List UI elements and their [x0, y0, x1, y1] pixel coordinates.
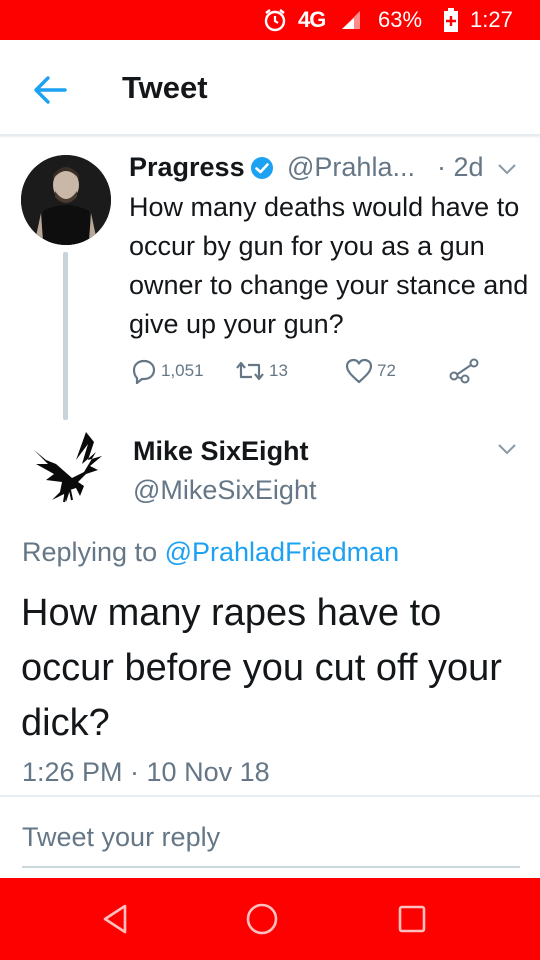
battery-icon	[443, 0, 459, 40]
app-bar: Tweet	[0, 40, 540, 136]
heart-icon	[345, 358, 373, 384]
battery-percent: 63%	[378, 7, 423, 32]
navigation-bar	[0, 878, 540, 960]
signal-icon	[340, 0, 362, 40]
home-circle-icon	[246, 903, 278, 935]
page-title: Tweet	[122, 70, 208, 105]
main-tweet-text: How many rapes have to occur before you …	[21, 592, 502, 744]
main-display-name[interactable]: Mike SixEight	[133, 436, 309, 467]
mention-link[interactable]: @PrahladFriedman	[165, 537, 400, 567]
alarm-icon	[262, 0, 288, 40]
reply-button[interactable]: 1,051	[131, 356, 204, 386]
replying-to: Replying to @PrahladFriedman	[22, 537, 399, 568]
retweet-button[interactable]: 13	[235, 356, 288, 386]
avatar[interactable]	[26, 430, 110, 514]
nav-back-button[interactable]	[90, 894, 140, 944]
parent-handle[interactable]: @Prahla...	[287, 152, 415, 183]
reply-icon	[132, 359, 156, 384]
parent-time: · 2d	[437, 152, 484, 182]
retweet-count: 13	[269, 361, 288, 380]
reply-input-underline	[22, 866, 520, 868]
avatar[interactable]	[21, 155, 111, 245]
reply-count: 1,051	[161, 361, 204, 380]
status-bar: 4G 63% 1:27	[0, 0, 540, 40]
verified-badge-icon	[250, 156, 274, 185]
reply-input[interactable]: Tweet your reply	[22, 822, 522, 866]
network-type-label: 4G	[298, 7, 326, 32]
share-icon	[449, 358, 479, 384]
parent-display-name[interactable]: Pragress	[129, 152, 245, 183]
thread-line	[63, 252, 68, 420]
back-triangle-icon	[103, 904, 127, 934]
nav-recents-button[interactable]	[387, 894, 437, 944]
share-button[interactable]	[449, 356, 479, 386]
replying-prefix: Replying to	[22, 537, 165, 567]
like-button[interactable]: 72	[345, 356, 396, 386]
arrow-left-icon	[34, 76, 67, 104]
clock: 1:27	[470, 7, 513, 32]
divider	[0, 795, 540, 797]
tweet-timestamp: 1:26 PM · 10 Nov 18	[22, 757, 270, 787]
nav-home-button[interactable]	[237, 894, 287, 944]
main-handle[interactable]: @MikeSixEight	[133, 475, 316, 506]
like-count: 72	[377, 361, 396, 380]
tweet-actions: 1,051 13 72	[131, 356, 491, 386]
chevron-down-icon[interactable]	[497, 162, 517, 180]
back-button[interactable]	[28, 70, 72, 110]
parent-tweet-text: How many deaths would have to occur by g…	[129, 192, 529, 339]
recents-square-icon	[398, 905, 426, 933]
retweet-icon	[236, 361, 264, 381]
chevron-down-icon[interactable]	[497, 442, 517, 460]
